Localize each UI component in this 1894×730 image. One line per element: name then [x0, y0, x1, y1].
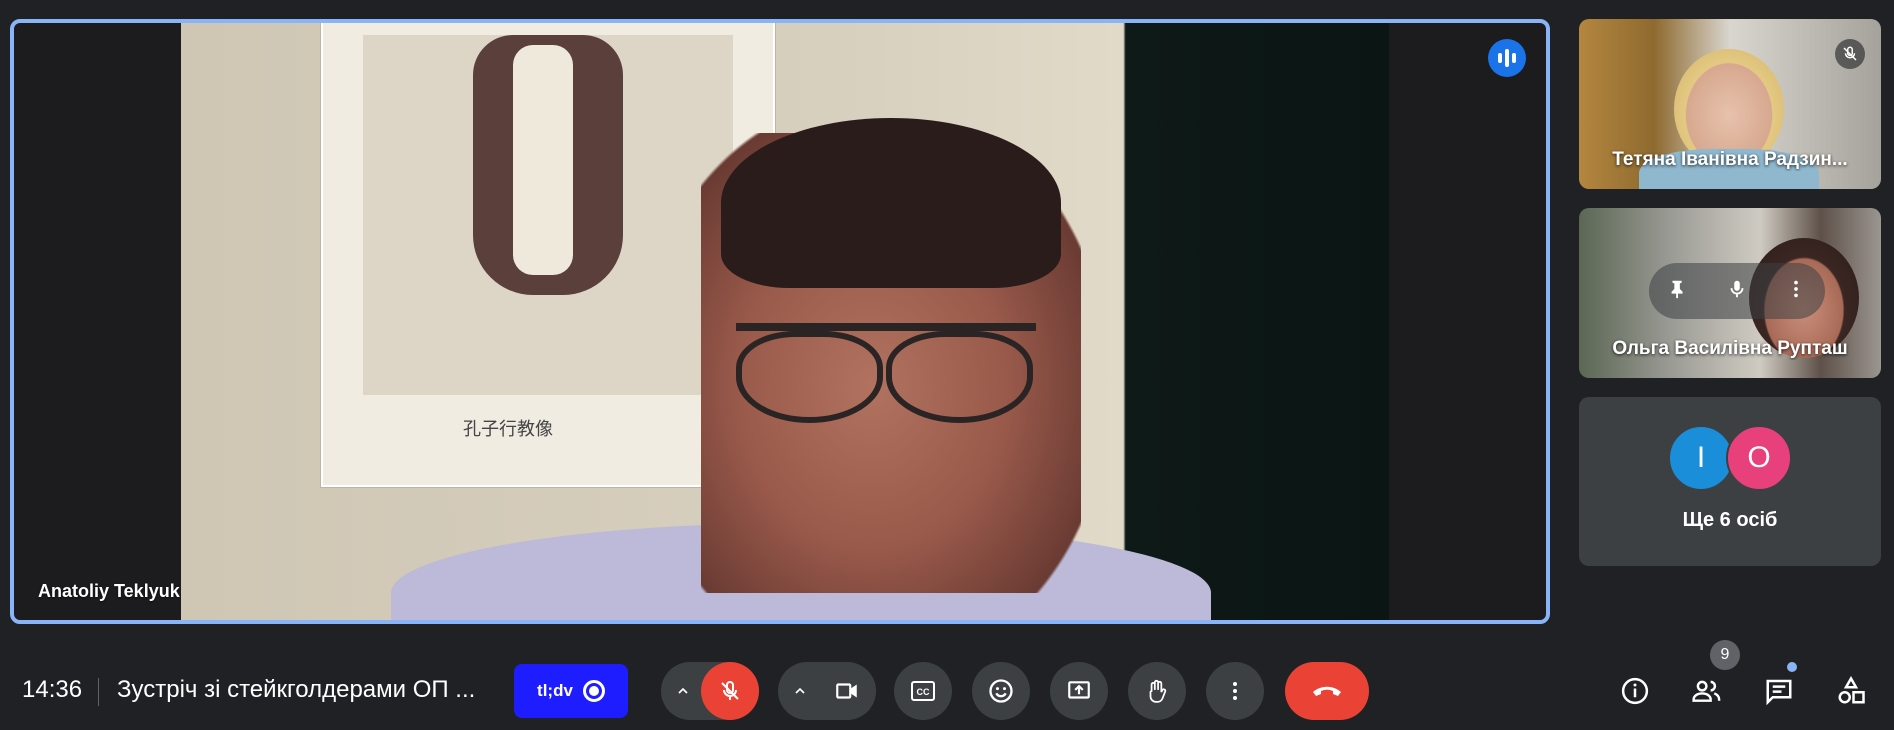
- more-options-button[interactable]: [1206, 662, 1264, 720]
- camera-toggle-button[interactable]: [818, 662, 876, 720]
- poster-caption: 孔子行教像: [463, 419, 553, 440]
- divider: [98, 678, 99, 706]
- mic-off-icon: [721, 681, 739, 700]
- participant-tile-2[interactable]: Ольга Василівна Рупташ: [1579, 208, 1881, 378]
- clock: 14:36: [22, 676, 83, 703]
- main-video-tile[interactable]: 孔子行教像 Anatoliy Teklyuk: [10, 19, 1550, 624]
- chat-icon: [1766, 679, 1792, 706]
- record-icon: [582, 680, 605, 702]
- mic-icon[interactable]: [1726, 278, 1748, 305]
- speaking-indicator-icon: [1488, 39, 1526, 77]
- reactions-button[interactable]: [972, 662, 1030, 720]
- captions-button[interactable]: CC: [894, 662, 952, 720]
- mic-off-icon: [1835, 39, 1865, 69]
- people-button[interactable]: [1682, 666, 1732, 716]
- present-screen-icon: [1068, 681, 1090, 699]
- unread-indicator: [1787, 662, 1797, 672]
- tile-hover-controls: [1649, 263, 1825, 319]
- leave-call-button[interactable]: [1285, 662, 1369, 720]
- audio-options-chevron-icon[interactable]: [665, 662, 701, 720]
- raise-hand-button[interactable]: [1128, 662, 1186, 720]
- activities-button[interactable]: [1826, 666, 1876, 716]
- participant-name: Тетяна Іванівна Радзин...: [1612, 149, 1848, 170]
- bottom-toolbar: 14:36 Зустріч зі стейкголдерами ОП ... t…: [0, 640, 1894, 730]
- hand-icon: [1149, 679, 1167, 703]
- meeting-details-button[interactable]: [1610, 666, 1660, 716]
- more-options-icon[interactable]: [1785, 278, 1807, 305]
- tldv-record-button[interactable]: tl;dv: [514, 664, 628, 718]
- chat-button[interactable]: [1754, 666, 1804, 716]
- avatar: I: [1668, 425, 1734, 491]
- present-screen-button[interactable]: [1050, 662, 1108, 720]
- people-icon: [1692, 680, 1721, 702]
- meeting-title: Зустріч зі стейкголдерами ОП ...: [117, 676, 476, 703]
- video-options-chevron-icon[interactable]: [782, 662, 818, 720]
- hang-up-icon: [1313, 686, 1341, 696]
- main-speaker-name: Anatoliy Teklyuk: [38, 581, 180, 601]
- closed-captions-icon: CC: [911, 681, 935, 701]
- tldv-label: tl;dv: [537, 681, 573, 700]
- more-participants-label: Ще 6 осіб: [1682, 509, 1778, 531]
- participant-name: Ольга Василівна Рупташ: [1612, 338, 1848, 359]
- emoji-icon: [989, 679, 1013, 703]
- activities-icon: [1838, 676, 1865, 704]
- speaker-video: 孔子行教像: [181, 23, 1389, 620]
- pin-icon[interactable]: [1667, 278, 1689, 305]
- avatar: O: [1726, 425, 1792, 491]
- more-participants-tile[interactable]: I O Ще 6 осіб: [1579, 397, 1881, 566]
- more-vert-icon: [1233, 682, 1237, 700]
- svg-text:CC: CC: [917, 687, 930, 697]
- mic-toggle-button[interactable]: [701, 662, 759, 720]
- participant-tile-1[interactable]: Тетяна Іванівна Радзин...: [1579, 19, 1881, 189]
- info-icon: [1621, 677, 1649, 705]
- camera-icon: [836, 683, 857, 699]
